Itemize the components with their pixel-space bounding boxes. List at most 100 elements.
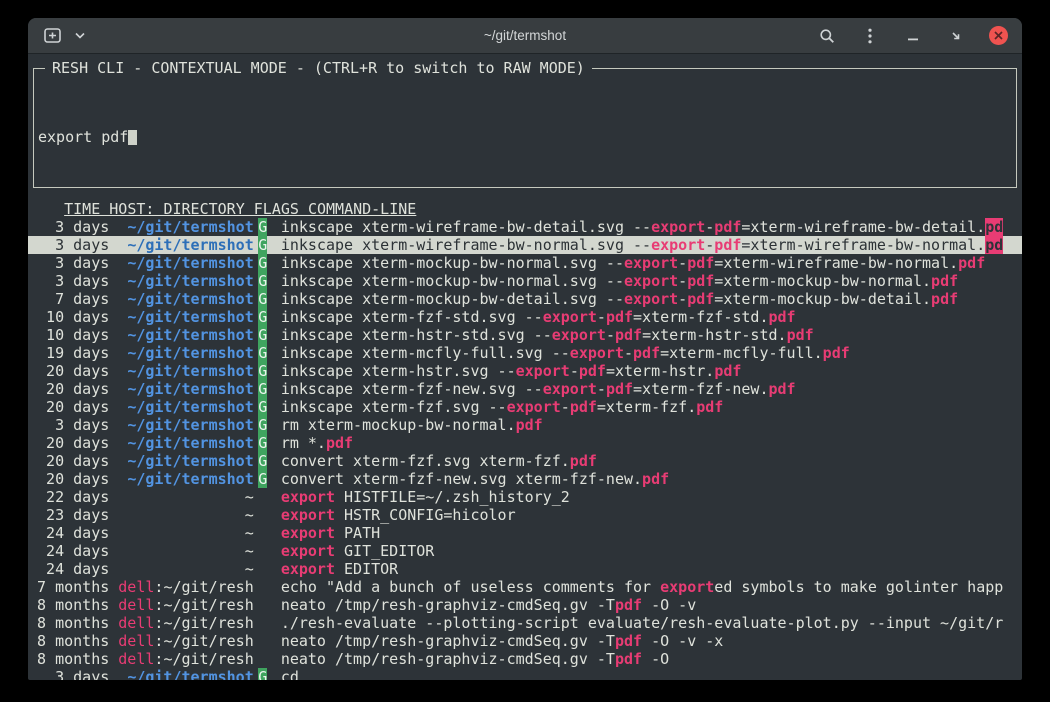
- history-list: 3 days ~/git/termshot G inkscape xterm-w…: [28, 218, 1022, 680]
- history-row[interactable]: 7 months dell:~/git/resh echo "Add a bun…: [28, 578, 1022, 596]
- history-row[interactable]: 3 days ~/git/termshot G inkscape xterm-w…: [28, 218, 1022, 236]
- row-command: inkscape xterm-fzf-new.svg --export-pdf=…: [272, 380, 1022, 398]
- row-host-directory: ~/git/termshot: [109, 290, 253, 308]
- row-time: 10 days: [28, 308, 109, 326]
- row-time: 3 days: [28, 218, 109, 236]
- search-button[interactable]: [817, 25, 837, 47]
- history-row[interactable]: 20 days ~/git/termshot G convert xterm-f…: [28, 470, 1022, 488]
- row-time: 8 months: [28, 614, 109, 632]
- close-button[interactable]: [989, 26, 1008, 45]
- row-flags: G: [254, 290, 272, 308]
- history-row[interactable]: 8 months dell:~/git/resh neato /tmp/resh…: [28, 650, 1022, 668]
- row-host-directory: dell:~/git/resh: [109, 596, 253, 614]
- session-dropdown-button[interactable]: [70, 25, 90, 47]
- text-cursor: [128, 130, 137, 145]
- row-command: inkscape xterm-wireframe-bw-detail.svg -…: [272, 218, 1022, 236]
- row-host-directory: ~/git/termshot: [109, 362, 253, 380]
- row-flags: [254, 488, 272, 506]
- history-row[interactable]: 24 days ~ export GIT_EDITOR: [28, 542, 1022, 560]
- history-row[interactable]: 22 days ~ export HISTFILE=~/.zsh_history…: [28, 488, 1022, 506]
- resh-search-panel: RESH CLI - CONTEXTUAL MODE - (CTRL+R to …: [33, 68, 1017, 188]
- row-flags: G: [254, 380, 272, 398]
- row-flags: [254, 632, 272, 650]
- search-input[interactable]: export pdf: [38, 128, 1009, 146]
- history-row[interactable]: 20 days ~/git/termshot G inkscape xterm-…: [28, 380, 1022, 398]
- history-row[interactable]: 3 days ~/git/termshot G inkscape xterm-w…: [28, 236, 1022, 254]
- table-header: TIME HOST: DIRECTORY FLAGS COMMAND-LINE: [28, 200, 1022, 218]
- row-host-directory: ~/git/termshot: [109, 308, 253, 326]
- history-row[interactable]: 3 days ~/git/termshot G cd: [28, 668, 1022, 680]
- row-flags: G: [254, 218, 272, 236]
- row-time: 8 months: [28, 632, 109, 650]
- row-time: 10 days: [28, 326, 109, 344]
- search-icon: [819, 28, 835, 44]
- history-row[interactable]: 8 months dell:~/git/resh neato /tmp/resh…: [28, 632, 1022, 650]
- row-flags: G: [254, 272, 272, 290]
- row-host-directory: dell:~/git/resh: [109, 650, 253, 668]
- history-row[interactable]: 7 days ~/git/termshot G inkscape xterm-m…: [28, 290, 1022, 308]
- row-flags: G: [254, 362, 272, 380]
- row-host-directory: ~/git/termshot: [109, 668, 253, 680]
- titlebar: ~/git/termshot: [28, 18, 1022, 54]
- kebab-menu-icon: [868, 28, 872, 44]
- row-command: export PATH: [272, 524, 1022, 542]
- row-command: inkscape xterm-mockup-bw-normal.svg --ex…: [272, 254, 1022, 272]
- new-tab-button[interactable]: [42, 25, 62, 47]
- row-host-directory: ~/git/termshot: [109, 272, 253, 290]
- row-host-directory: dell:~/git/resh: [109, 632, 253, 650]
- history-row[interactable]: 20 days ~/git/termshot G rm *.pdf: [28, 434, 1022, 452]
- history-row[interactable]: 8 months dell:~/git/resh ./resh-evaluate…: [28, 614, 1022, 632]
- history-row[interactable]: 10 days ~/git/termshot G inkscape xterm-…: [28, 326, 1022, 344]
- history-row[interactable]: 24 days ~ export PATH: [28, 524, 1022, 542]
- history-row[interactable]: 20 days ~/git/termshot G convert xterm-f…: [28, 452, 1022, 470]
- row-flags: [254, 524, 272, 542]
- terminal-screen: RESH CLI - CONTEXTUAL MODE - (CTRL+R to …: [28, 54, 1022, 680]
- history-row[interactable]: 10 days ~/git/termshot G inkscape xterm-…: [28, 308, 1022, 326]
- history-row[interactable]: 20 days ~/git/termshot G inkscape xterm-…: [28, 362, 1022, 380]
- row-command: echo "Add a bunch of useless comments fo…: [272, 578, 1022, 596]
- row-host-directory: ~/git/termshot: [109, 344, 253, 362]
- row-time: 20 days: [28, 434, 109, 452]
- history-row[interactable]: 23 days ~ export HSTR_CONFIG=hicolor: [28, 506, 1022, 524]
- row-host-directory: ~/git/termshot: [109, 398, 253, 416]
- history-row[interactable]: 8 months dell:~/git/resh neato /tmp/resh…: [28, 596, 1022, 614]
- row-host-directory: ~/git/termshot: [109, 434, 253, 452]
- row-time: 24 days: [28, 542, 109, 560]
- history-row[interactable]: 19 days ~/git/termshot G inkscape xterm-…: [28, 344, 1022, 362]
- row-host-directory: ~/git/termshot: [109, 380, 253, 398]
- row-command: inkscape xterm-mockup-bw-normal.svg --ex…: [272, 272, 1022, 290]
- row-time: 20 days: [28, 380, 109, 398]
- history-row[interactable]: 3 days ~/git/termshot G inkscape xterm-m…: [28, 272, 1022, 290]
- row-command: inkscape xterm-wireframe-bw-normal.svg -…: [272, 236, 1022, 254]
- minimize-button[interactable]: [903, 25, 923, 47]
- row-time: 22 days: [28, 488, 109, 506]
- row-flags: G: [254, 326, 272, 344]
- row-time: 3 days: [28, 272, 109, 290]
- row-command: inkscape xterm-fzf.svg --export-pdf=xter…: [272, 398, 1022, 416]
- row-command: export GIT_EDITOR: [272, 542, 1022, 560]
- row-host-directory: ~/git/termshot: [109, 218, 253, 236]
- history-row[interactable]: 3 days ~/git/termshot G inkscape xterm-m…: [28, 254, 1022, 272]
- minimize-icon: [907, 30, 919, 42]
- row-host-directory: ~/git/termshot: [109, 326, 253, 344]
- row-command: inkscape xterm-fzf-std.svg --export-pdf=…: [272, 308, 1022, 326]
- menu-button[interactable]: [860, 25, 880, 47]
- row-host-directory: ~/git/termshot: [109, 470, 253, 488]
- row-command: convert xterm-fzf.svg xterm-fzf.pdf: [272, 452, 1022, 470]
- search-query-text: export pdf: [38, 128, 128, 146]
- row-time: 24 days: [28, 560, 109, 578]
- row-flags: [254, 542, 272, 560]
- row-flags: [254, 614, 272, 632]
- row-flags: [254, 596, 272, 614]
- row-flags: G: [254, 308, 272, 326]
- history-row[interactable]: 24 days ~ export EDITOR: [28, 560, 1022, 578]
- row-time: 3 days: [28, 668, 109, 680]
- restore-button[interactable]: [946, 25, 966, 47]
- row-command: neato /tmp/resh-graphviz-cmdSeq.gv -Tpdf…: [272, 596, 1022, 614]
- row-flags: [254, 560, 272, 578]
- row-command: convert xterm-fzf-new.svg xterm-fzf-new.…: [272, 470, 1022, 488]
- history-row[interactable]: 3 days ~/git/termshot G rm xterm-mockup-…: [28, 416, 1022, 434]
- row-flags: G: [254, 416, 272, 434]
- row-time: 24 days: [28, 524, 109, 542]
- history-row[interactable]: 20 days ~/git/termshot G inkscape xterm-…: [28, 398, 1022, 416]
